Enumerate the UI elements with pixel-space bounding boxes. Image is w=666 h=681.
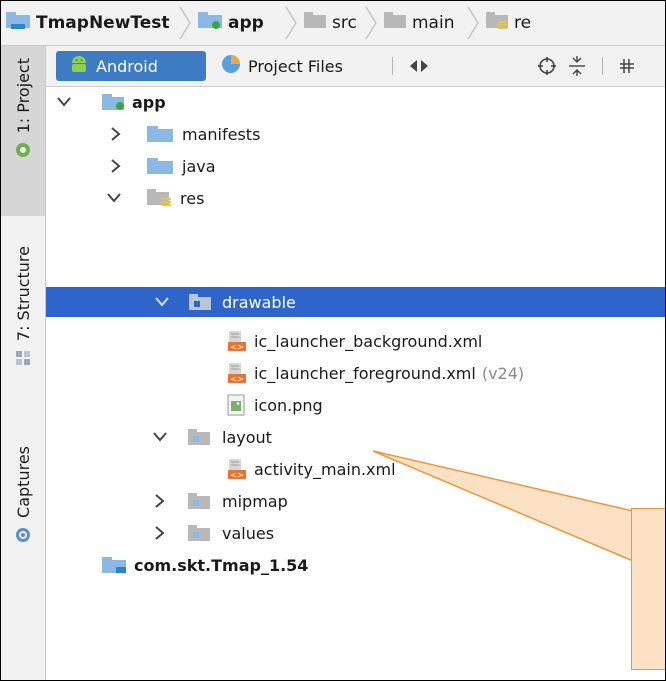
callout-pointer — [372, 450, 634, 563]
project-tool-window: TmapNewTest app src main re 1: Project 7… — [0, 0, 666, 681]
callout-box — [631, 508, 665, 670]
